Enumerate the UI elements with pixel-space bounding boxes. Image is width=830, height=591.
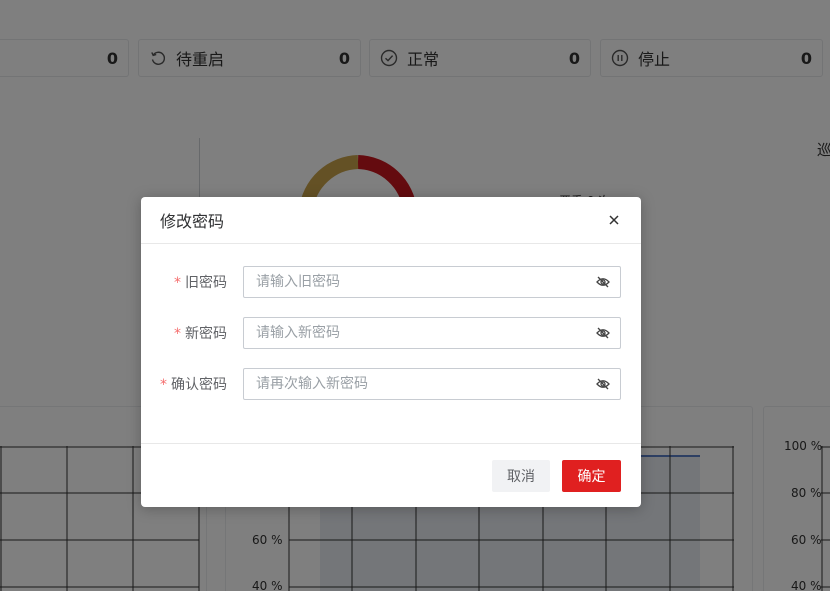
new-password-input[interactable] xyxy=(244,318,586,348)
cancel-button[interactable]: 取消 xyxy=(492,460,550,492)
new-password-row: * 新密码 xyxy=(141,317,641,349)
eye-off-icon[interactable] xyxy=(586,369,620,399)
dialog-title: 修改密码 xyxy=(160,212,225,231)
change-password-dialog: 修改密码 * 旧密码 * 新密码 * 确认密码 取消 确定 xyxy=(141,197,641,507)
close-icon[interactable] xyxy=(606,212,622,228)
confirm-password-row: * 确认密码 xyxy=(141,368,641,400)
old-password-label: * 旧密码 xyxy=(174,275,227,291)
page: 0 待重启 0 正常 0 停止 0 严重 0 次 巡 xyxy=(0,0,830,591)
eye-off-icon[interactable] xyxy=(586,318,620,348)
required-mark: * xyxy=(174,326,181,342)
required-mark: * xyxy=(174,275,181,291)
old-password-input[interactable] xyxy=(244,267,586,297)
old-password-input-wrapper xyxy=(243,266,621,298)
confirm-password-input-wrapper xyxy=(243,368,621,400)
old-password-row: * 旧密码 xyxy=(141,266,641,298)
eye-off-icon[interactable] xyxy=(586,267,620,297)
dialog-header: 修改密码 xyxy=(141,197,641,244)
new-password-label: * 新密码 xyxy=(174,326,227,342)
confirm-password-input[interactable] xyxy=(244,369,586,399)
confirm-password-label: * 确认密码 xyxy=(160,377,227,393)
new-password-input-wrapper xyxy=(243,317,621,349)
required-mark: * xyxy=(160,377,167,393)
confirm-button[interactable]: 确定 xyxy=(562,460,621,492)
dialog-footer: 取消 确定 xyxy=(141,443,641,507)
